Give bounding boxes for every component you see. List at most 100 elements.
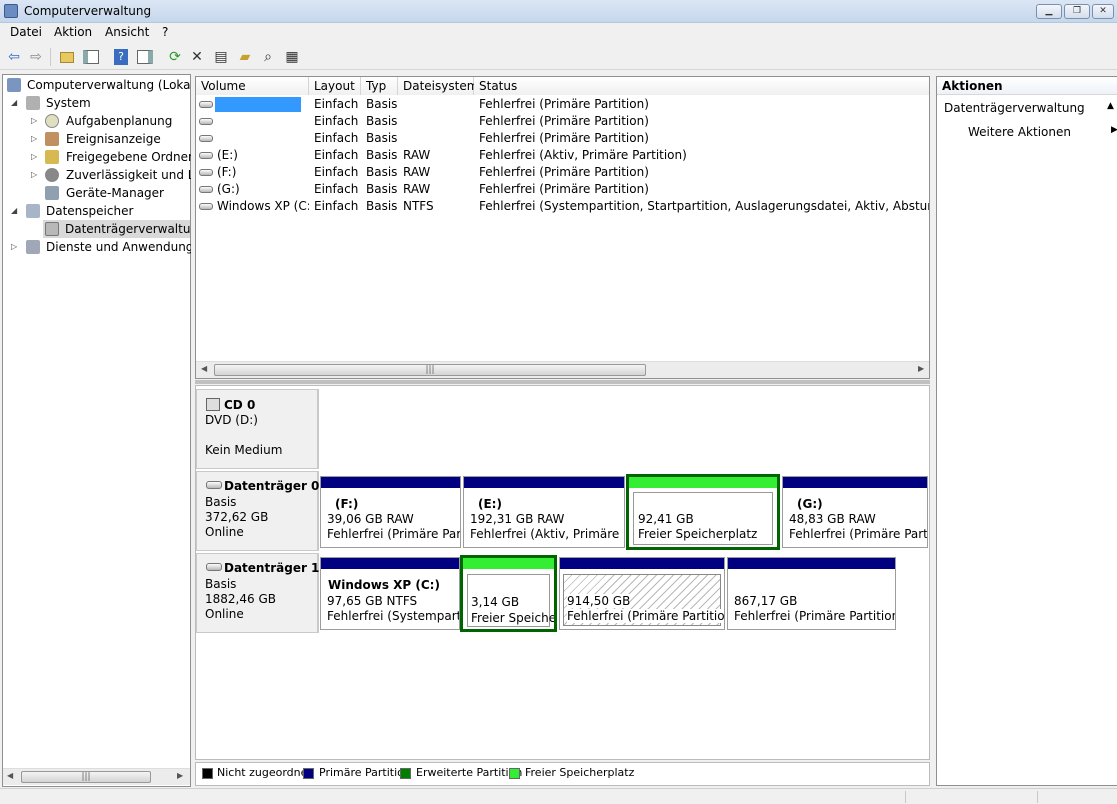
cell-status: Fehlerfrei (Primäre Partition) (479, 165, 649, 179)
expand-icon[interactable]: ▷ (31, 166, 40, 184)
partition-e[interactable]: (E:) 192,31 GB RAW Fehlerfrei (Aktiv, Pr… (463, 476, 625, 548)
search-icon[interactable]: ⌕ (259, 48, 277, 66)
tree-item-aufgabenplanung[interactable]: ▷ Aufgabenplanung (31, 112, 191, 130)
show-hide-action-pane-icon[interactable] (136, 48, 154, 66)
partition-914gb[interactable]: 914,50 GB Fehlerfrei (Primäre Partition) (559, 557, 725, 630)
clock-icon (45, 114, 59, 128)
column-header-layout[interactable]: Layout (309, 77, 361, 95)
tree-item-freigegebene-ordner[interactable]: ▷ Freigegebene Ordner (31, 148, 191, 166)
scroll-left-icon[interactable]: ◀ (201, 364, 207, 373)
tree-item-system[interactable]: ◢ System (11, 94, 191, 112)
partition-bar (321, 558, 459, 569)
tree-horizontal-scrollbar[interactable]: ◀ ||| ▶ (3, 768, 190, 785)
partition-status: Fehlerfrei (Primäre Partition) (734, 609, 896, 623)
maximize-button[interactable]: ❐ (1064, 4, 1090, 19)
computer-management-icon (4, 4, 18, 18)
volume-drive-icon (199, 186, 213, 193)
expand-icon[interactable]: ▷ (31, 112, 40, 130)
services-icon (26, 240, 40, 254)
tree-item-dienste[interactable]: ▷ Dienste und Anwendungen (11, 238, 191, 256)
cell-layout: Einfach (314, 148, 359, 162)
tree-item-datentraegerverwaltung[interactable]: Datenträgerverwaltung (43, 220, 190, 238)
legend-swatch-unallocated (202, 768, 213, 779)
help-icon[interactable]: ? (112, 48, 130, 66)
disk-header-disk1[interactable]: Datenträger 1 Basis 1882,46 GB Online (196, 553, 319, 633)
volume-horizontal-scrollbar[interactable]: ◀ ||| ▶ (196, 361, 929, 378)
table-row[interactable]: (G:) Einfach Basis RAW Fehlerfrei (Primäre P… (196, 181, 929, 198)
tree-item-geraete-manager[interactable]: Geräte-Manager (31, 184, 191, 202)
cell-layout: Einfach (314, 97, 359, 111)
tree-item-label: Dienste und Anwendungen (46, 240, 191, 254)
table-row[interactable]: (F:) Einfach Basis RAW Fehlerfrei (Primäre P… (196, 164, 929, 181)
disk-name: CD 0 (224, 398, 256, 412)
partition-size: 192,31 GB RAW (470, 512, 565, 526)
partition-label: (E:) (478, 497, 502, 511)
disk-name: Datenträger 0 (224, 479, 320, 493)
disk-header-disk0[interactable]: Datenträger 0 Basis 372,62 GB Online (196, 471, 319, 551)
free-space-disk1[interactable]: 3,14 GB Freier Speiche (460, 555, 557, 632)
expand-icon[interactable]: ▷ (31, 130, 40, 148)
menu-datei[interactable]: Datei (10, 25, 42, 39)
partition-bar (629, 477, 777, 488)
collapse-icon[interactable]: ◢ (11, 202, 20, 220)
legend-label-unallocated: Nicht zugeordnet (217, 766, 312, 779)
partition-size: 867,17 GB (734, 594, 798, 608)
show-hide-tree-icon[interactable] (82, 48, 100, 66)
column-header-status[interactable]: Status (474, 77, 929, 95)
actions-section-datentraegerverwaltung[interactable]: Datenträgerverwaltung ▲ (937, 98, 1117, 118)
table-row[interactable]: Einfach Basis Fehlerfrei (Primäre Partitio… (196, 113, 929, 130)
table-row[interactable]: Einfach Basis Fehlerfrei (Primäre Partitio… (196, 130, 929, 147)
delete-icon[interactable]: ✕ (188, 48, 206, 66)
splitter[interactable] (195, 380, 930, 384)
event-viewer-icon (45, 132, 59, 146)
collapse-up-icon[interactable]: ▲ (1107, 101, 1114, 111)
partition-size: 97,65 GB NTFS (327, 594, 418, 608)
action-weitere-aktionen[interactable]: Weitere Aktionen ▶ (937, 122, 1117, 142)
disk-header-cd0[interactable]: CD 0 DVD (D:) Kein Medium (196, 389, 319, 469)
cell-typ: Basis (366, 131, 398, 145)
cell-fs: RAW (403, 165, 431, 179)
menu-help[interactable]: ? (162, 25, 168, 39)
scroll-left-icon[interactable]: ◀ (7, 771, 13, 780)
free-space-disk0[interactable]: 92,41 GB Freier Speicherplatz (626, 474, 780, 550)
disk-size: 372,62 GB (205, 510, 269, 524)
scrollbar-thumb[interactable]: ||| (21, 771, 151, 783)
minimize-button[interactable]: ▁ (1036, 4, 1062, 19)
submenu-arrow-icon: ▶ (1111, 125, 1117, 135)
refresh-icon[interactable]: ⟳ (166, 48, 184, 66)
scroll-right-icon[interactable]: ▶ (177, 771, 183, 780)
partition-f[interactable]: (F:) 39,06 GB RAW Fehlerfrei (Primäre Pa… (320, 476, 461, 548)
open-icon[interactable]: ▰ (236, 48, 254, 66)
partition-867gb[interactable]: 867,17 GB Fehlerfrei (Primäre Partition) (727, 557, 896, 630)
menu-aktion[interactable]: Aktion (54, 25, 92, 39)
properties-icon[interactable]: ▤ (212, 48, 230, 66)
tree-item-root[interactable]: Computerverwaltung (Lokal) (7, 76, 190, 94)
tree-item-zuverlaessigkeit[interactable]: ▷ Zuverlässigkeit und Leis (31, 166, 191, 184)
table-row[interactable]: Einfach Basis Fehlerfrei (Primäre Partitio… (196, 96, 929, 113)
expand-icon[interactable]: ▷ (11, 238, 20, 256)
disk-settings-icon[interactable]: ▦ (283, 48, 301, 66)
tree-item-datenspeicher[interactable]: ◢ Datenspeicher (11, 202, 191, 220)
tree-item-label: Ereignisanzeige (66, 132, 161, 146)
storage-icon (26, 204, 40, 218)
expand-icon[interactable]: ▷ (31, 148, 40, 166)
tree-item-ereignisanzeige[interactable]: ▷ Ereignisanzeige (31, 130, 191, 148)
partition-c[interactable]: Windows XP (C:) 97,65 GB NTFS Fehlerfrei… (320, 557, 460, 630)
table-row[interactable]: (E:) Einfach Basis RAW Fehlerfrei (Aktiv, Pr… (196, 147, 929, 164)
partition-g[interactable]: (G:) 48,83 GB RAW Fehlerfrei (Primäre Pa… (782, 476, 928, 548)
column-header-typ[interactable]: Typ (361, 77, 398, 95)
scroll-right-icon[interactable]: ▶ (918, 364, 924, 373)
column-header-dateisystem[interactable]: Dateisystem (398, 77, 478, 95)
partition-status: Freier Speicherplatz (638, 527, 758, 541)
actions-section-label: Datenträgerverwaltung (944, 101, 1085, 115)
collapse-icon[interactable]: ◢ (11, 94, 20, 112)
forward-icon[interactable]: ⇨ (27, 48, 45, 66)
cell-volume: Windows XP (C:) (217, 199, 309, 213)
up-folder-icon[interactable] (58, 48, 76, 66)
close-button[interactable]: ✕ (1092, 4, 1114, 19)
column-header-volume[interactable]: Volume (196, 77, 309, 95)
menu-ansicht[interactable]: Ansicht (105, 25, 149, 39)
back-icon[interactable]: ⇦ (5, 48, 23, 66)
scrollbar-thumb[interactable]: ||| (214, 364, 646, 376)
table-row[interactable]: Windows XP (C:) Einfach Basis NTFS Fehlerfre… (196, 198, 929, 215)
